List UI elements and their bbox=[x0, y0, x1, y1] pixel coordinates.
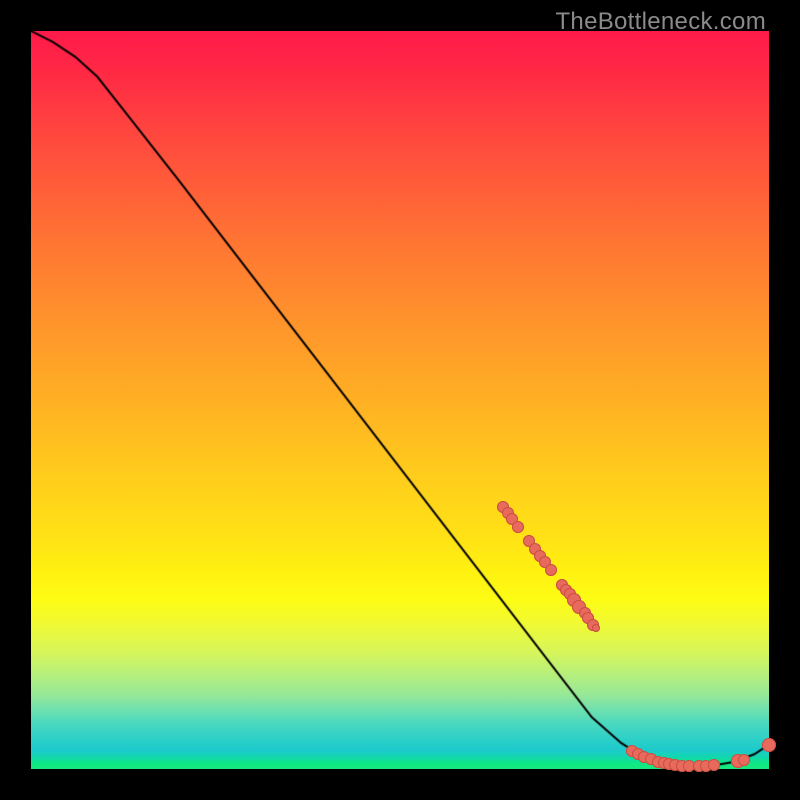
plot-gradient-background bbox=[31, 31, 769, 769]
chart-container: TheBottleneck.com bbox=[0, 0, 800, 800]
